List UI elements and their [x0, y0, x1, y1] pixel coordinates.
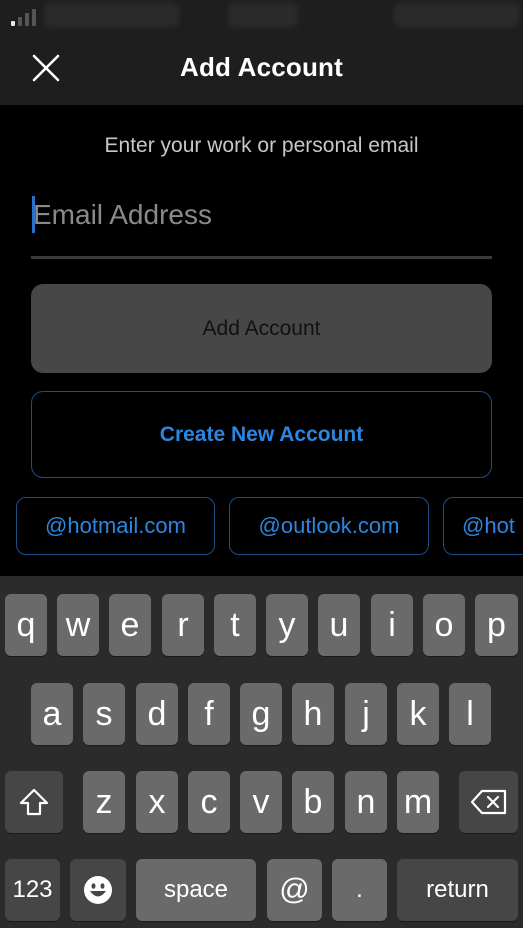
key-t[interactable]: t [214, 594, 256, 656]
domain-chip-partial[interactable]: @hot [443, 497, 523, 555]
key-l[interactable]: l [449, 683, 491, 745]
redacted-carrier [44, 3, 179, 27]
key-h[interactable]: h [292, 683, 334, 745]
key-c[interactable]: c [188, 771, 230, 833]
email-input[interactable] [31, 190, 494, 240]
key-d[interactable]: d [136, 683, 178, 745]
key-u[interactable]: u [318, 594, 360, 656]
key-m[interactable]: m [397, 771, 439, 833]
key-p[interactable]: p [475, 594, 518, 656]
key-q[interactable]: q [5, 594, 47, 656]
numbers-key[interactable]: 123 [5, 859, 60, 921]
key-e[interactable]: e [109, 594, 151, 656]
add-account-button[interactable]: Add Account [31, 284, 492, 373]
status-bar [0, 0, 523, 31]
emoji-key[interactable] [70, 859, 126, 921]
key-z[interactable]: z [83, 771, 125, 833]
key-a[interactable]: a [31, 683, 73, 745]
key-j[interactable]: j [345, 683, 387, 745]
key-i[interactable]: i [371, 594, 413, 656]
key-w[interactable]: w [57, 594, 99, 656]
create-new-account-button[interactable]: Create New Account [31, 391, 492, 478]
redacted-status-icons [394, 3, 519, 27]
key-s[interactable]: s [83, 683, 125, 745]
key-n[interactable]: n [345, 771, 387, 833]
delete-key[interactable] [459, 771, 518, 833]
key-g[interactable]: g [240, 683, 282, 745]
redacted-time [228, 3, 298, 27]
text-cursor [32, 196, 35, 233]
key-y[interactable]: y [266, 594, 308, 656]
key-x[interactable]: x [136, 771, 178, 833]
key-f[interactable]: f [188, 683, 230, 745]
dot-key[interactable]: . [332, 859, 387, 921]
emoji-icon [84, 876, 112, 904]
shift-icon [19, 788, 49, 816]
key-r[interactable]: r [162, 594, 204, 656]
keyboard: q w e r t y u i o p a s d f g h j k l z … [0, 576, 523, 928]
navigation-bar: Add Account [0, 31, 523, 105]
key-v[interactable]: v [240, 771, 282, 833]
key-b[interactable]: b [292, 771, 334, 833]
email-field[interactable] [31, 190, 494, 259]
signal-strength-icon [10, 8, 40, 26]
key-o[interactable]: o [423, 594, 465, 656]
instructions-text: Enter your work or personal email [104, 134, 419, 157]
space-key[interactable]: space [136, 859, 256, 921]
domain-chip-hotmail[interactable]: @hotmail.com [16, 497, 215, 555]
at-key[interactable]: @ [267, 859, 322, 921]
key-k[interactable]: k [397, 683, 439, 745]
domain-suggestions: @hotmail.com @outlook.com @hot [0, 497, 523, 558]
shift-key[interactable] [5, 771, 63, 833]
page-title: Add Account [180, 52, 343, 82]
domain-chip-outlook[interactable]: @outlook.com [229, 497, 429, 555]
backspace-icon [470, 789, 506, 815]
return-key[interactable]: return [397, 859, 518, 921]
